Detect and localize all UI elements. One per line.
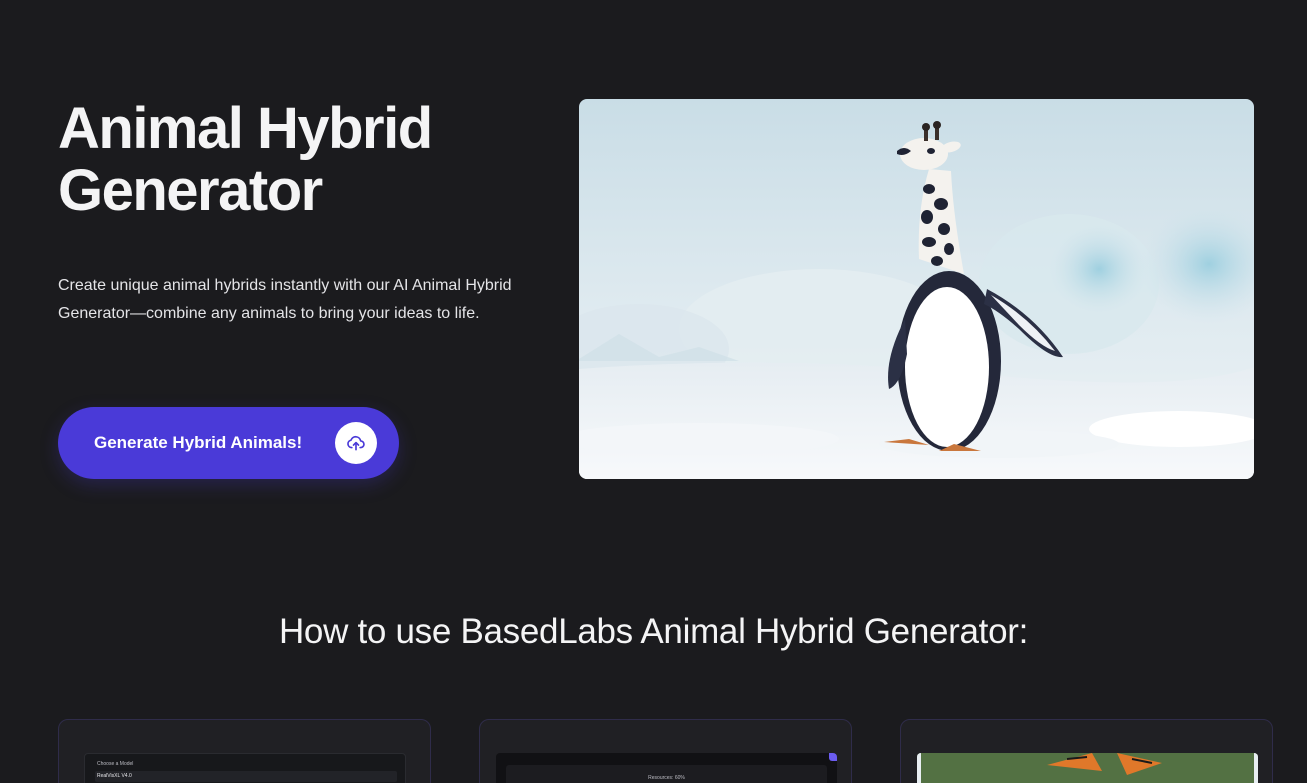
step-card-3 [900, 719, 1273, 783]
hero-description: Create unique animal hybrids instantly w… [58, 277, 512, 322]
step-card-2: Resources: 60% [479, 719, 852, 783]
generate-hybrid-button[interactable]: Generate Hybrid Animals! [58, 407, 399, 479]
model-value: RealVisXL V4.0 [97, 773, 132, 779]
cloud-upload-icon [335, 422, 377, 464]
step-3-screenshot [917, 753, 1258, 783]
step-2-screenshot: Resources: 60% [496, 753, 837, 783]
corner-badge [829, 753, 837, 761]
how-to-title: How to use BasedLabs Animal Hybrid Gener… [278, 612, 1029, 651]
hero-hybrid-image [579, 99, 1254, 479]
generate-hybrid-button-label: Generate Hybrid Animals! [94, 433, 303, 452]
page: Animal Hybrid Generator Create unique an… [0, 0, 1307, 783]
model-select [95, 771, 397, 782]
step-1-screenshot: Choose a Model RealVisXL V4.0 [84, 753, 406, 783]
hero-title: Animal Hybrid Generator [58, 96, 433, 223]
progress-text: Resources: 60% [648, 775, 685, 781]
model-heading: Choose a Model [97, 761, 134, 767]
step-card-1: Choose a Model RealVisXL V4.0 [58, 719, 431, 783]
